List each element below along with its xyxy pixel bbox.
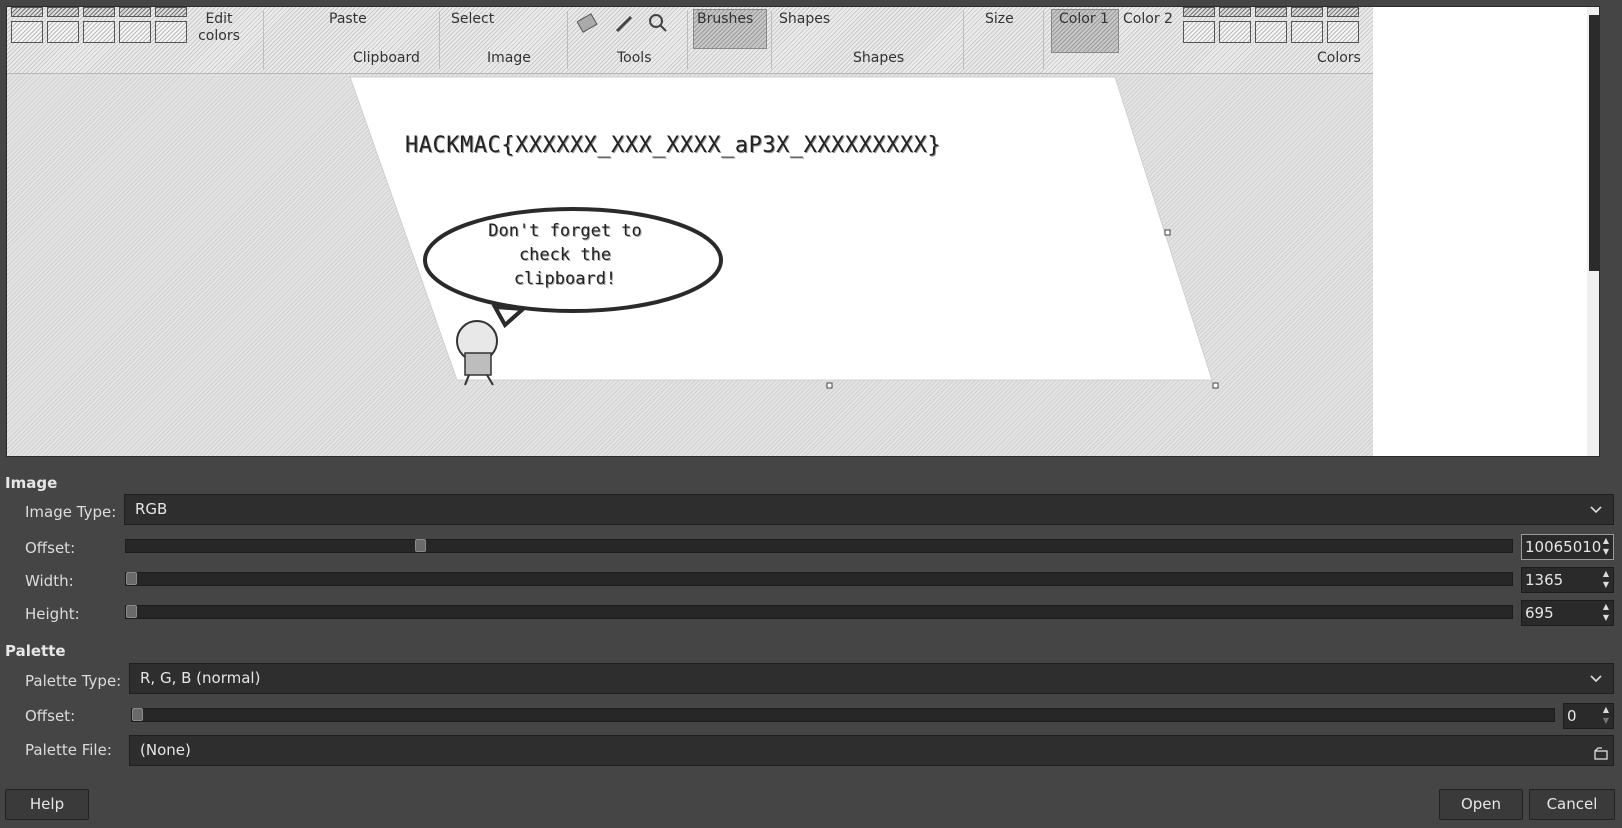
height-label: Height: [25,605,80,623]
resize-handle [1212,382,1219,389]
spin-arrows[interactable]: ▲ ▼ [1601,601,1611,623]
palette-offset-slider-handle[interactable] [132,708,143,721]
width-slider[interactable] [125,572,1513,586]
image-type-value: RGB [135,500,168,518]
flag-text: HACKMAC{XXXXXX_XXX_XXXX_aP3X_XXXXXXXXX} [405,133,942,158]
speech-line: check the [518,245,612,265]
open-button[interactable]: Open [1439,789,1523,820]
palette-file-chooser[interactable]: (None) [129,735,1614,766]
image-section-heading: Image [5,474,58,492]
cancel-button[interactable]: Cancel [1529,789,1615,820]
spin-up-icon[interactable]: ▲ [1603,536,1609,545]
height-slider[interactable] [125,605,1513,619]
palette-offset-slider[interactable] [131,708,1555,722]
width-spinbox[interactable]: 1365 ▲ ▼ [1521,567,1614,593]
palette-offset-value: 0 [1567,707,1577,725]
speech-line: Don't forget to [488,221,642,241]
image-type-label: Image Type: [25,503,117,521]
speech-line: clipboard! [513,269,617,289]
palette-offset-label: Offset: [25,707,76,725]
height-value: 695 [1525,604,1554,622]
width-value: 1365 [1525,571,1564,589]
palette-type-value: R, G, B (normal) [140,669,261,687]
offset-slider[interactable] [125,539,1513,553]
width-slider-handle[interactable] [126,572,137,585]
spin-arrows[interactable]: ▲ ▼ [1601,535,1611,557]
paint-screenshot-preview: Edit colors Paste Clipboard Select Image… [7,7,1373,456]
spin-arrows[interactable]: ▲ ▼ [1601,568,1611,590]
palette-file-label: Palette File: [25,741,112,759]
paint-canvas [349,76,1219,389]
height-slider-handle[interactable] [126,605,137,618]
spin-arrows[interactable]: ▲ ▼ [1601,704,1611,726]
help-button[interactable]: Help [5,789,89,820]
width-label: Width: [25,572,74,590]
offset-label: Offset: [25,539,76,557]
palette-section-heading: Palette [5,642,66,660]
palette-offset-spinbox[interactable]: 0 ▲ ▼ [1563,703,1614,729]
offset-spinbox[interactable]: 10065010 ▲ ▼ [1521,534,1614,560]
height-spinbox[interactable]: 695 ▲ ▼ [1521,600,1614,626]
chevron-down-icon [1589,495,1603,535]
spin-down-icon[interactable]: ▼ [1603,613,1609,622]
spin-down-icon[interactable]: ▼ [1603,716,1609,725]
image-type-select[interactable]: RGB [124,494,1614,525]
chevron-down-icon [1589,664,1603,704]
palette-type-select[interactable]: R, G, B (normal) [129,663,1614,694]
offset-value: 10065010 [1525,538,1602,556]
spin-down-icon[interactable]: ▼ [1603,580,1609,589]
spin-down-icon[interactable]: ▼ [1603,547,1609,556]
spin-up-icon[interactable]: ▲ [1603,602,1609,611]
spin-up-icon[interactable]: ▲ [1603,569,1609,578]
palette-file-value: (None) [140,741,191,759]
palette-type-label: Palette Type: [25,672,122,690]
resize-handle [826,382,833,389]
folder-open-icon[interactable] [1593,742,1609,760]
speech-text: Don't forget to check the clipboard! [465,219,665,291]
preview-scrollbar-thumb[interactable] [1589,15,1599,271]
image-preview: Edit colors Paste Clipboard Select Image… [6,6,1600,457]
spin-up-icon[interactable]: ▲ [1603,705,1609,714]
offset-slider-handle[interactable] [415,539,426,552]
resize-handle [1164,229,1171,236]
